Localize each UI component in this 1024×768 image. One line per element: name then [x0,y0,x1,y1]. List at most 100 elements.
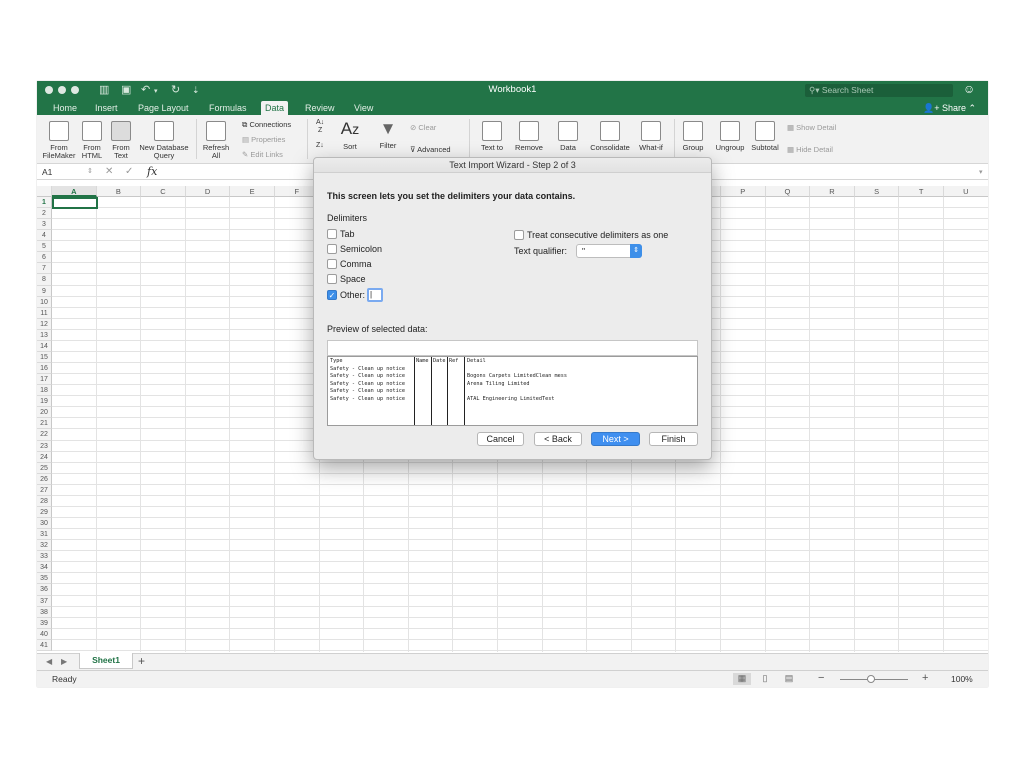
space-checkbox[interactable] [327,274,337,284]
next-sheet-icon[interactable]: ▶ [61,657,67,666]
name-box[interactable]: A1 [42,167,52,177]
add-sheet-icon[interactable]: + [138,654,145,668]
name-box-stepper-icon[interactable]: ⇕ [87,167,93,175]
row-header[interactable]: 27 [37,484,52,496]
preview-column-divider[interactable] [414,357,415,425]
zoom-out-icon[interactable]: − [818,672,824,684]
edit-links-button[interactable]: ✎ Edit Links [242,150,283,159]
column-header[interactable]: A [52,186,97,197]
row-header[interactable]: 18 [37,385,52,397]
comma-checkbox[interactable] [327,259,337,269]
remove-duplicates-button[interactable]: Remove [511,121,547,152]
from-filemaker-button[interactable]: From FileMaker [40,121,78,160]
cancel-entry-icon[interactable]: ✕ [105,166,113,177]
comma-checkbox-label[interactable]: Comma [340,259,372,269]
treat-consecutive-checkbox[interactable] [514,230,524,240]
semicolon-checkbox-label[interactable]: Semicolon [340,244,382,254]
column-header[interactable]: B [96,186,142,197]
zoom-level[interactable]: 100% [951,674,973,684]
row-header[interactable]: 20 [37,407,52,419]
text-to-columns-button[interactable]: Text to [477,121,507,152]
row-header[interactable]: 33 [37,551,52,563]
column-header[interactable]: D [185,186,231,197]
ungroup-button[interactable]: Ungroup [712,121,748,152]
row-header[interactable]: 22 [37,429,52,441]
expand-formula-bar-icon[interactable]: ▾ [979,168,983,176]
show-detail-button[interactable]: ▦ Show Detail [787,123,836,132]
column-header[interactable]: S [854,186,900,197]
search-sheet-input[interactable]: ⚲▾ Search Sheet [805,84,953,97]
row-header[interactable]: 3 [37,219,52,231]
normal-view-icon[interactable]: ▦ [733,673,751,685]
row-header[interactable]: 29 [37,506,52,519]
column-header[interactable]: R [810,186,855,197]
row-header[interactable]: 8 [37,274,52,286]
tab-review[interactable]: Review [301,101,339,115]
column-header[interactable]: T [899,186,944,197]
properties-button[interactable]: ▤ Properties [242,135,285,144]
row-header[interactable]: 6 [37,252,52,264]
refresh-all-button[interactable]: Refresh All [200,121,232,160]
select-all-corner[interactable] [37,186,52,197]
tab-view[interactable]: View [350,101,377,115]
sort-descending-icon[interactable]: Z↓ [316,142,324,150]
row-header[interactable]: 5 [37,241,52,253]
column-header[interactable]: P [721,186,766,197]
row-header[interactable]: 39 [37,617,52,629]
data-validation-button[interactable]: Data [551,121,585,152]
column-header[interactable]: C [141,186,186,197]
consolidate-button[interactable]: Consolidate [588,121,632,152]
feedback-smiley-icon[interactable]: ☺ [963,82,975,96]
confirm-entry-icon[interactable]: ✓ [125,166,133,177]
text-qualifier-select[interactable]: " ⇕ [576,244,642,258]
sheet-tab-sheet1[interactable]: Sheet1 [79,653,133,669]
column-header[interactable]: Q [765,186,811,197]
row-header[interactable]: 7 [37,263,52,275]
page-break-view-icon[interactable]: ▤ [780,673,798,685]
from-text-button[interactable]: From Text [108,121,134,160]
row-header[interactable]: 11 [37,307,52,319]
treat-consecutive-label[interactable]: Treat consecutive delimiters as one [527,230,668,240]
row-header[interactable]: 40 [37,628,52,640]
row-header[interactable]: 32 [37,540,52,552]
selected-cell-a1[interactable] [52,197,98,209]
back-button[interactable]: < Back [534,432,582,446]
tab-formulas[interactable]: Formulas [205,101,251,115]
data-preview[interactable]: Type Safety - Clean up notice Safety - C… [327,356,698,426]
new-database-query-button[interactable]: New Database Query [136,121,192,160]
tab-checkbox-label[interactable]: Tab [340,229,355,239]
column-header[interactable]: U [944,186,988,197]
subtotal-button[interactable]: Subtotal [748,121,782,152]
row-header[interactable]: 10 [37,296,52,308]
column-header[interactable]: E [230,186,275,197]
row-header[interactable]: 36 [37,584,52,596]
row-header[interactable]: 26 [37,473,52,485]
semicolon-checkbox[interactable] [327,244,337,254]
row-header[interactable]: 28 [37,495,52,507]
insert-function-icon[interactable]: fx [147,165,157,178]
row-header[interactable]: 34 [37,562,52,574]
row-header[interactable]: 25 [37,462,52,474]
row-header[interactable]: 12 [37,318,52,330]
row-header[interactable]: 38 [37,606,52,618]
other-checkbox-label[interactable]: Other: [340,290,365,300]
clear-filter-button[interactable]: ⊘ Clear [410,123,436,132]
row-header[interactable]: 23 [37,440,52,452]
preview-column-divider[interactable] [447,357,448,425]
next-button[interactable]: Next > [591,432,640,446]
tab-data[interactable]: Data [261,101,289,115]
row-header[interactable]: 24 [37,451,52,463]
preview-column-divider[interactable] [464,357,465,425]
row-header[interactable]: 4 [37,230,52,242]
connections-button[interactable]: ⧉ Connections [242,120,291,129]
row-header[interactable]: 1 [37,197,52,209]
finish-button[interactable]: Finish [649,432,698,446]
sort-ascending-icon[interactable]: A↓ Z [316,119,324,135]
row-header[interactable]: 19 [37,396,52,408]
advanced-filter-button[interactable]: ⊽ Advanced [410,145,451,154]
other-delimiter-input[interactable]: | [367,288,383,302]
tab-checkbox[interactable] [327,229,337,239]
row-header[interactable]: 41 [37,639,52,651]
sort-button[interactable]: Az Sort [335,119,365,151]
other-checkbox[interactable]: ✓ [327,290,337,300]
